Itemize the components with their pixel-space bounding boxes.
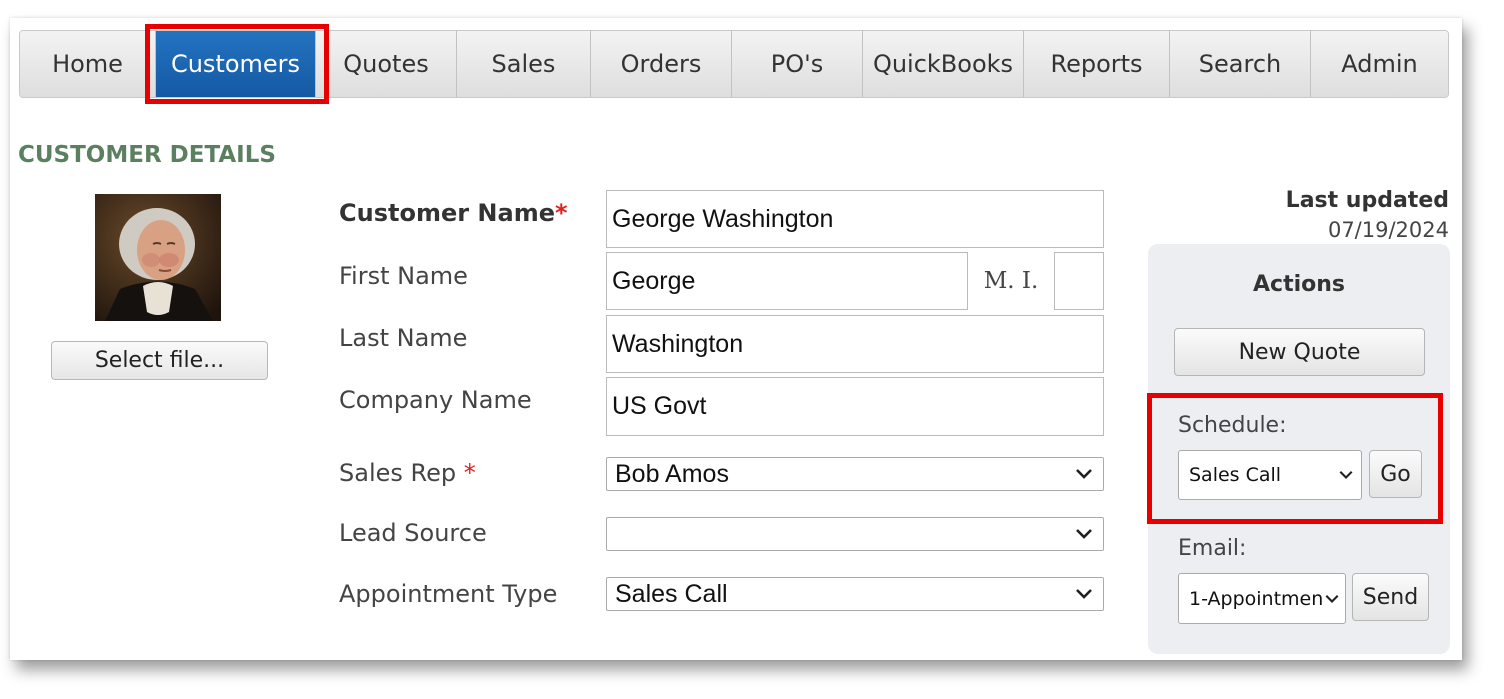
required-marker: * <box>463 459 476 487</box>
nav-search[interactable]: Search <box>1170 31 1311 97</box>
nav-quickbooks[interactable]: QuickBooks <box>863 31 1024 97</box>
send-email-button[interactable]: Send <box>1352 573 1429 621</box>
email-template-select[interactable]: 1-Appointmen <box>1178 573 1346 624</box>
appointment-type-label: Appointment Type <box>339 580 558 608</box>
first-name-label: First Name <box>339 262 468 290</box>
new-quote-button[interactable]: New Quote <box>1174 328 1425 376</box>
nav-sales[interactable]: Sales <box>457 31 591 97</box>
select-file-button[interactable]: Select file... <box>51 341 268 380</box>
sales-rep-value: Bob Amos <box>615 459 729 488</box>
highlight-box-customers <box>145 24 329 104</box>
nav-pos[interactable]: PO's <box>732 31 863 97</box>
last-updated-value: 07/19/2024 <box>1327 218 1449 242</box>
nav-admin[interactable]: Admin <box>1311 31 1448 97</box>
appointment-type-value: Sales Call <box>615 579 728 608</box>
last-name-label: Last Name <box>339 324 468 352</box>
chevron-down-icon <box>1323 591 1341 606</box>
required-marker: * <box>555 199 568 227</box>
chevron-down-icon <box>1076 469 1092 479</box>
chevron-down-icon <box>1076 529 1092 539</box>
company-name-input[interactable]: US Govt <box>606 377 1104 436</box>
email-template-value: 1-Appointmen <box>1189 587 1324 610</box>
lead-source-label: Lead Source <box>339 519 487 547</box>
lead-source-select[interactable] <box>606 517 1104 551</box>
email-label: Email: <box>1178 536 1247 561</box>
actions-title: Actions <box>1253 272 1345 297</box>
company-name-label: Company Name <box>339 386 532 414</box>
avatar <box>95 194 221 321</box>
nav-reports[interactable]: Reports <box>1024 31 1170 97</box>
middle-initial-label: M. I. <box>983 268 1039 294</box>
customer-name-label: Customer Name* <box>339 199 568 227</box>
nav-orders[interactable]: Orders <box>591 31 732 97</box>
chevron-down-icon <box>1076 589 1092 599</box>
portrait-image <box>95 194 221 321</box>
sales-rep-label: Sales Rep * <box>339 459 476 487</box>
first-name-input[interactable]: George <box>606 252 968 310</box>
page-title: CUSTOMER DETAILS <box>18 142 276 168</box>
customer-name-input[interactable]: George Washington <box>606 190 1104 248</box>
highlight-box-schedule <box>1147 393 1443 524</box>
nav-home[interactable]: Home <box>20 31 156 97</box>
appointment-type-select[interactable]: Sales Call <box>606 577 1104 611</box>
middle-initial-input[interactable] <box>1054 252 1104 310</box>
nav-quotes[interactable]: Quotes <box>316 31 457 97</box>
last-updated-label: Last updated <box>1285 188 1449 213</box>
last-name-input[interactable]: Washington <box>606 315 1104 373</box>
sales-rep-select[interactable]: Bob Amos <box>606 457 1104 491</box>
